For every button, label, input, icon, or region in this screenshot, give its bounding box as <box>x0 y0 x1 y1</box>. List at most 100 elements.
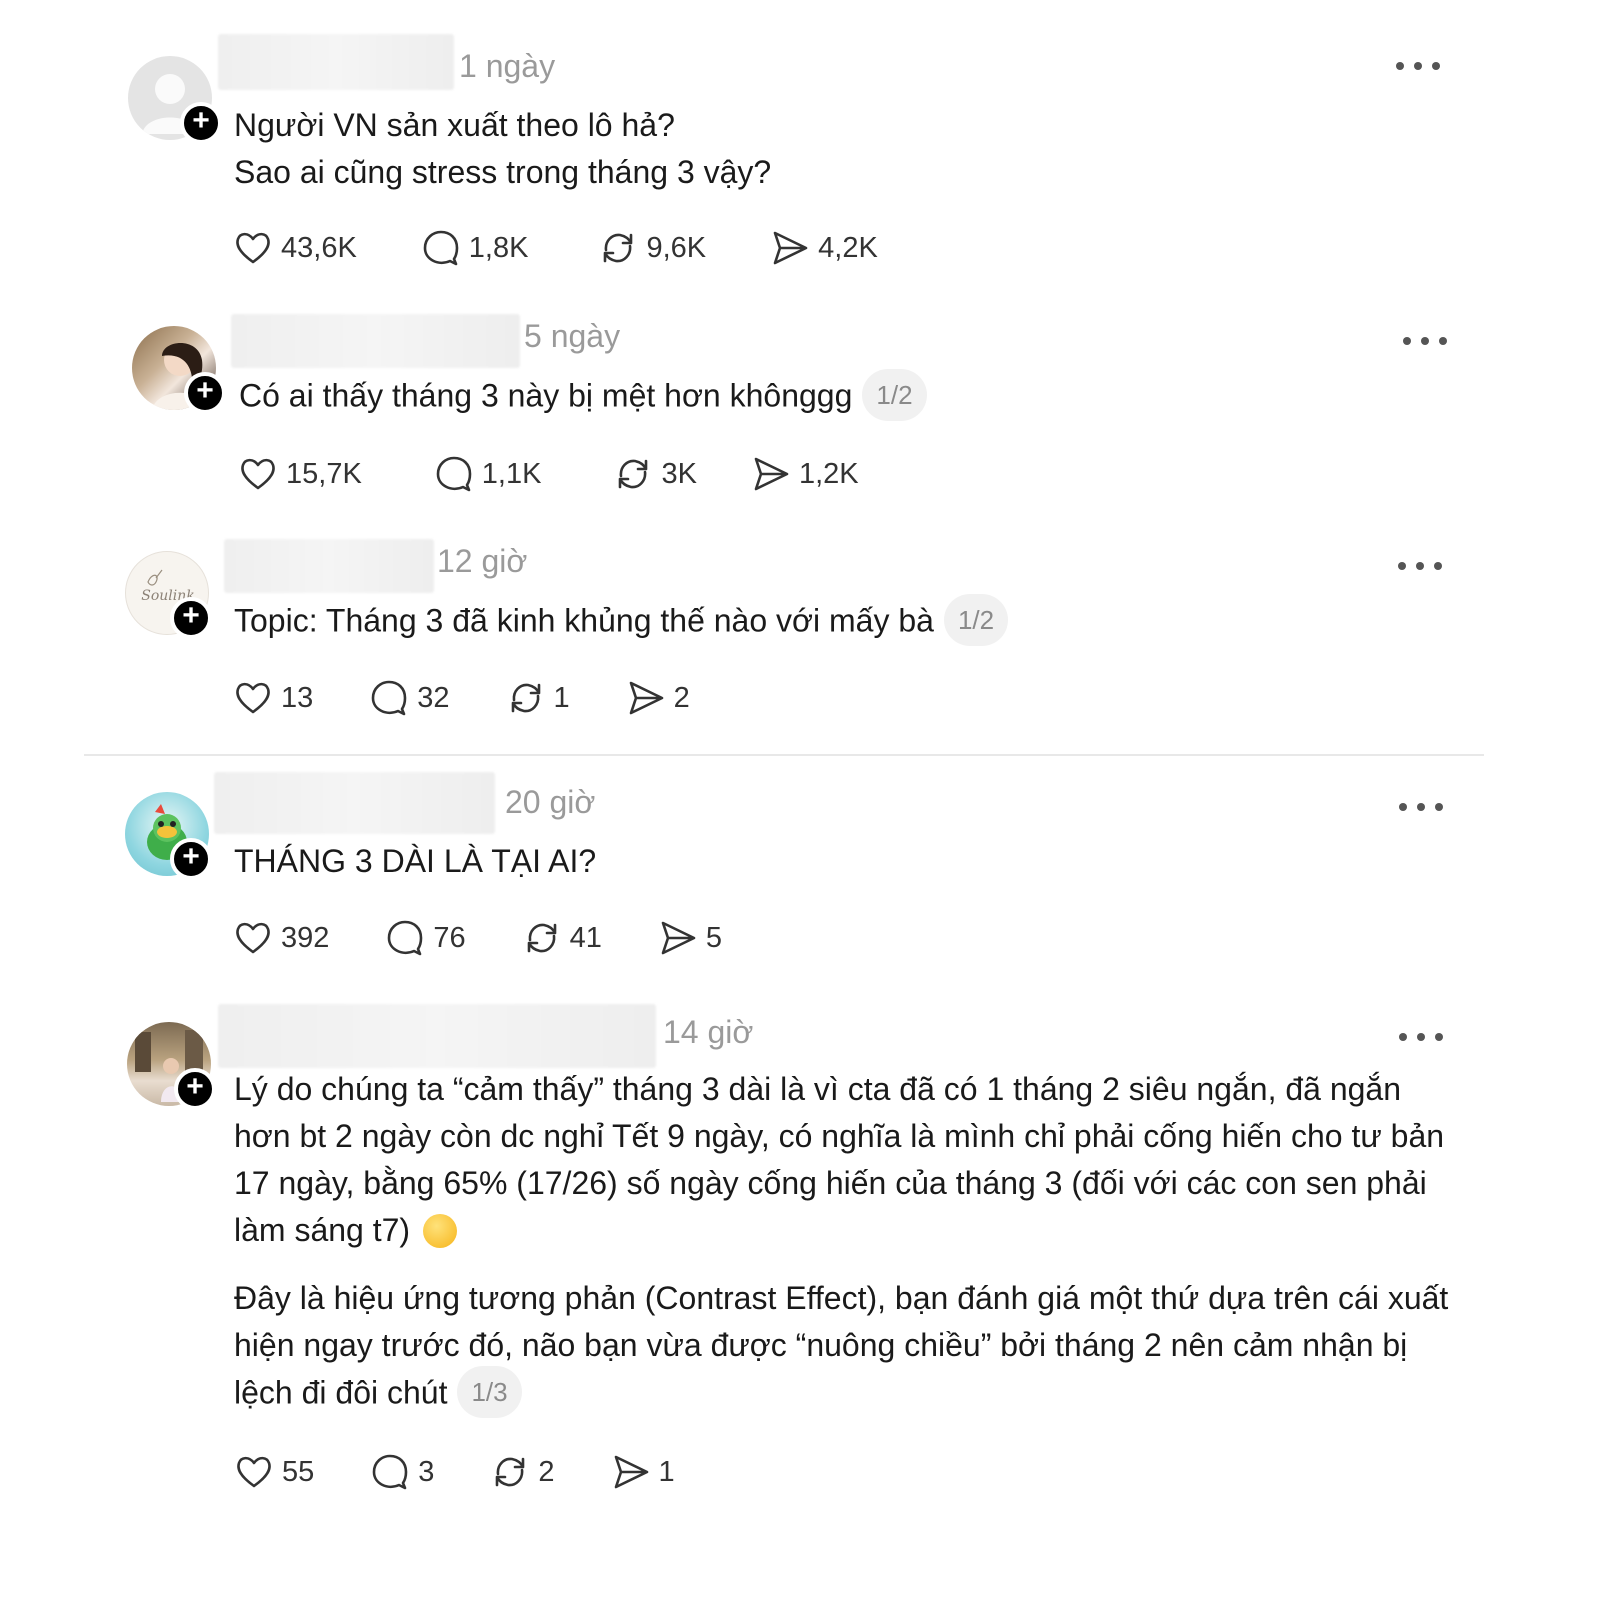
comment-button[interactable]: 76 <box>385 918 466 958</box>
more-dots-icon[interactable] <box>1399 801 1443 813</box>
post-actions: 15,7K 1,1K 3K 1,2K <box>238 452 923 496</box>
comment-button[interactable]: 1,1K <box>434 454 542 494</box>
thread-pager[interactable]: 1/3 <box>457 1366 522 1418</box>
like-count: 15,7K <box>286 457 362 490</box>
follow-plus-icon[interactable]: + <box>184 372 226 414</box>
like-count: 43,6K <box>281 231 357 264</box>
post-line: Sao ai cũng stress trong tháng 3 vậy? <box>234 154 772 190</box>
post-time: 14 giờ <box>663 1014 754 1050</box>
username-blurred <box>231 314 520 368</box>
repost-button[interactable]: 1 <box>506 678 570 718</box>
comment-count: 76 <box>433 921 466 954</box>
post-text: Người VN sản xuất theo lô hả? Sao ai cũn… <box>234 102 1454 196</box>
thread-pager[interactable]: 1/2 <box>862 369 927 421</box>
post-text: Có ai thấy tháng 3 này bị mệt hơn khôngg… <box>239 369 1459 424</box>
post-time: 1 ngày <box>459 48 556 84</box>
share-count: 2 <box>673 681 690 714</box>
post-time: 5 ngày <box>524 318 621 354</box>
follow-plus-icon[interactable]: + <box>180 102 222 144</box>
comment-bubble-icon <box>436 456 472 492</box>
heart-icon <box>241 458 275 490</box>
share-button[interactable]: 2 <box>626 678 690 718</box>
repost-count: 41 <box>569 921 602 954</box>
comment-button[interactable]: 1,8K <box>421 228 529 268</box>
send-icon <box>754 457 789 491</box>
send-icon <box>773 231 808 265</box>
section-divider <box>84 754 1484 756</box>
avatar[interactable]: + <box>125 792 212 880</box>
post-line: Người VN sản xuất theo lô hả? <box>234 107 675 143</box>
post-line: Có ai thấy tháng 3 này bị mệt hơn khôngg… <box>239 369 1459 424</box>
avatar[interactable]: + <box>128 56 222 144</box>
repost-icon <box>619 459 648 489</box>
avatar[interactable]: + <box>132 326 226 414</box>
share-count: 1 <box>658 1455 675 1488</box>
like-button[interactable]: 43,6K <box>233 228 357 268</box>
like-button[interactable]: 55 <box>234 1452 314 1492</box>
comment-button[interactable]: 3 <box>370 1452 434 1492</box>
send-icon <box>614 1455 648 1489</box>
share-button[interactable]: 5 <box>658 918 722 958</box>
repost-icon <box>527 923 556 953</box>
send-icon <box>661 921 696 955</box>
comment-button[interactable]: 32 <box>369 678 450 718</box>
comment-count: 1,8K <box>468 231 529 264</box>
send-icon <box>629 681 663 715</box>
post-actions: 13 32 1 2 <box>233 676 754 720</box>
share-count: 4,2K <box>818 231 878 264</box>
more-dots-icon[interactable] <box>1403 335 1447 347</box>
share-button[interactable]: 1 <box>611 1452 675 1492</box>
avatar[interactable]: + <box>127 1022 216 1110</box>
repost-button[interactable]: 41 <box>522 918 602 958</box>
heart-icon <box>236 922 270 954</box>
thread-pager[interactable]: 1/2 <box>943 594 1009 646</box>
like-button[interactable]: 13 <box>233 678 313 718</box>
post-text: Topic: Tháng 3 đã kinh khủng thế nào với… <box>234 594 1454 649</box>
heart-icon <box>236 682 270 714</box>
post-actions: 55 3 2 1 <box>234 1450 739 1494</box>
post-actions: 43,6K 1,8K 9,6K 4,2K <box>233 226 942 270</box>
repost-count: 3K <box>661 457 697 490</box>
username-blurred <box>224 539 434 593</box>
share-count: 5 <box>705 921 723 954</box>
like-count: 392 <box>281 921 330 954</box>
more-dots-icon[interactable] <box>1396 60 1440 72</box>
comment-count: 1,1K <box>481 457 542 490</box>
post-line: Topic: Tháng 3 đã kinh khủng thế nào với… <box>234 594 1454 649</box>
share-button[interactable]: 1,2K <box>751 454 859 494</box>
like-button[interactable]: 392 <box>233 918 329 958</box>
heart-icon <box>236 232 270 264</box>
username-blurred <box>214 772 495 834</box>
repost-count: 2 <box>538 1455 555 1488</box>
more-dots-icon[interactable] <box>1399 1031 1443 1043</box>
post-time: 20 giờ <box>505 784 596 820</box>
post-line: THÁNG 3 DÀI LÀ TẠI AI? <box>234 843 597 879</box>
repost-icon <box>511 683 540 713</box>
post-paragraph-text: Lý do chúng ta “cảm thấy” tháng 3 dài là… <box>234 1071 1445 1248</box>
share-count: 1,2K <box>798 457 859 490</box>
comment-count: 3 <box>418 1455 435 1488</box>
post-text: Lý do chúng ta “cảm thấy” tháng 3 dài là… <box>234 1066 1449 1421</box>
post-paragraph: Đây là hiệu ứng tương phản (Contrast Eff… <box>234 1275 1449 1421</box>
post-paragraph: Lý do chúng ta “cảm thấy” tháng 3 dài là… <box>234 1066 1449 1254</box>
follow-plus-icon[interactable]: + <box>170 838 212 880</box>
repost-button[interactable]: 9,6K <box>598 228 706 268</box>
share-button[interactable]: 4,2K <box>770 228 878 268</box>
comment-count: 32 <box>417 681 450 714</box>
post-paragraph-text: Đây là hiệu ứng tương phản (Contrast Eff… <box>234 1280 1449 1411</box>
post-actions: 392 76 41 5 <box>233 916 786 960</box>
username-blurred <box>218 1004 656 1068</box>
repost-count: 9,6K <box>646 231 707 264</box>
more-dots-icon[interactable] <box>1398 560 1442 572</box>
follow-plus-icon[interactable]: + <box>170 597 212 639</box>
follow-plus-icon[interactable]: + <box>174 1068 216 1110</box>
post-line-text: Có ai thấy tháng 3 này bị mệt hơn khôngg… <box>239 377 853 414</box>
avatar[interactable]: Soulink + <box>125 551 212 639</box>
repost-count: 1 <box>553 681 570 714</box>
like-button[interactable]: 15,7K <box>238 454 362 494</box>
post-time: 12 giờ <box>437 543 528 579</box>
comment-bubble-icon <box>371 680 407 716</box>
repost-button[interactable]: 3K <box>613 454 697 494</box>
comment-bubble-icon <box>388 920 423 956</box>
repost-button[interactable]: 2 <box>490 1452 555 1492</box>
